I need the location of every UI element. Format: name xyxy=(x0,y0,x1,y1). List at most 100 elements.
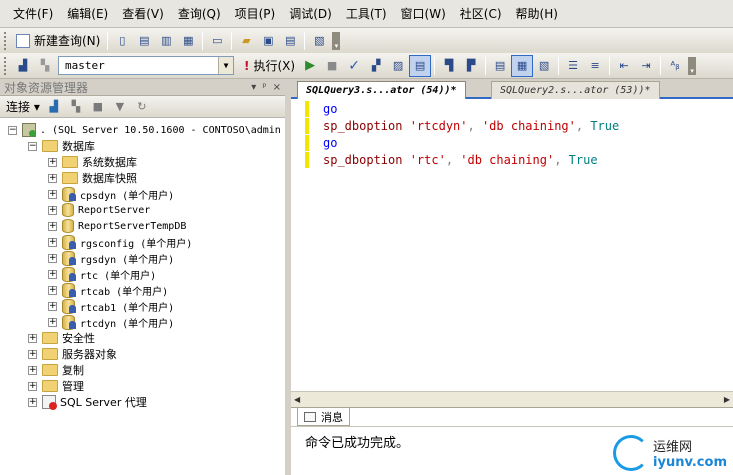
activity-monitor-icon[interactable]: ▧ xyxy=(308,30,330,52)
disconnect-server-icon[interactable]: ▚ xyxy=(68,100,84,114)
tree-node[interactable]: + 数据库快照 xyxy=(0,170,285,186)
menu-item[interactable]: 窗口(W) xyxy=(394,0,453,28)
tab-messages[interactable]: 消息 xyxy=(297,408,350,426)
chevron-down-icon[interactable]: ▼ xyxy=(218,57,233,74)
expand-icon[interactable]: + xyxy=(48,269,57,279)
connect-server-icon[interactable]: ▟ xyxy=(46,100,62,114)
comment-icon[interactable]: ☰ xyxy=(562,55,584,77)
expand-icon[interactable]: + xyxy=(48,301,57,311)
debug-icon[interactable]: ▶ xyxy=(299,55,321,77)
database-select[interactable]: master ▼ xyxy=(58,56,234,75)
expand-icon[interactable]: + xyxy=(28,397,37,407)
toolbar-grip[interactable] xyxy=(4,56,8,75)
tree-node[interactable]: − 数据库 xyxy=(0,138,285,154)
tree-node[interactable]: + rtc (单个用户) xyxy=(0,266,285,282)
connect-icon[interactable]: ▟ xyxy=(12,55,34,77)
intellisense-icon[interactable]: ▤ xyxy=(409,54,432,77)
pin-icon[interactable]: ᵖ xyxy=(262,82,266,93)
save-icon[interactable]: ▣ xyxy=(257,30,279,52)
stop-icon[interactable]: ■ xyxy=(90,100,106,114)
expand-icon[interactable]: + xyxy=(48,205,57,215)
execute-button[interactable]: ! 执行(X) xyxy=(240,57,299,74)
new-query-button[interactable]: 新建查询(N) xyxy=(12,32,104,49)
dmx-query-icon[interactable]: ▥ xyxy=(155,30,177,52)
tree-node[interactable]: + rgsconfig (单个用户) xyxy=(0,234,285,250)
include-plan-icon[interactable]: ▜ xyxy=(438,55,460,77)
close-icon[interactable]: × xyxy=(273,82,281,93)
tree-node[interactable]: + SQL Server 代理 xyxy=(0,394,285,410)
connect-dropdown[interactable]: 连接 ▾ xyxy=(6,98,40,115)
cancel-query-icon[interactable]: ■ xyxy=(321,55,343,77)
results-to-grid-icon[interactable]: ▦ xyxy=(511,54,534,77)
tree-node[interactable]: + rtcdyn (单个用户) xyxy=(0,314,285,330)
menu-item[interactable]: 工具(T) xyxy=(339,0,394,28)
scroll-left-icon[interactable]: ◀ xyxy=(294,395,300,404)
horizontal-scrollbar[interactable]: ◀ ▶ xyxy=(291,391,733,407)
expand-icon[interactable]: + xyxy=(48,253,57,263)
menu-item[interactable]: 帮助(H) xyxy=(509,0,565,28)
query-designer-icon[interactable]: ▨ xyxy=(387,55,409,77)
expand-icon[interactable]: + xyxy=(28,381,37,391)
expand-icon[interactable]: + xyxy=(48,285,57,295)
tree-node[interactable]: + cpsdyn (单个用户) xyxy=(0,186,285,202)
collapse-icon[interactable]: − xyxy=(28,141,37,151)
tree-node[interactable]: + rtcab1 (单个用户) xyxy=(0,298,285,314)
decrease-indent-icon[interactable]: ⇤ xyxy=(613,55,635,77)
results-to-text-icon[interactable]: ▤ xyxy=(489,55,511,77)
estimated-plan-icon[interactable]: ▞ xyxy=(365,55,387,77)
mdx-query-icon[interactable]: ▤ xyxy=(133,30,155,52)
xmla-query-icon[interactable]: ▦ xyxy=(177,30,199,52)
tree-node[interactable]: − . (SQL Server 10.50.1600 - CONTOSO\admi… xyxy=(0,122,285,138)
new-item-icon[interactable]: ▭ xyxy=(206,30,228,52)
tree-node[interactable]: + 服务器对象 xyxy=(0,346,285,362)
sql-code[interactable]: go sp_dboption 'rtcdyn', 'db chaining', T… xyxy=(323,101,619,169)
expand-icon[interactable]: + xyxy=(28,365,37,375)
menu-item[interactable]: 文件(F) xyxy=(6,0,60,28)
expand-icon[interactable]: + xyxy=(48,317,57,327)
disconnect-icon[interactable]: ▚ xyxy=(34,55,56,77)
tree-node[interactable]: + ReportServer xyxy=(0,202,285,218)
execute-icon: ! xyxy=(244,58,250,73)
menu-item[interactable]: 查看(V) xyxy=(115,0,171,28)
collapse-icon[interactable]: − xyxy=(8,125,17,135)
tab-sqlquery2[interactable]: SQLQuery2.s...ator (53))* xyxy=(491,81,660,99)
expand-icon[interactable]: + xyxy=(48,189,57,199)
tree-node[interactable]: + 管理 xyxy=(0,378,285,394)
tree-node[interactable]: + 安全性 xyxy=(0,330,285,346)
expand-icon[interactable]: + xyxy=(48,173,57,183)
expand-icon[interactable]: + xyxy=(28,333,37,343)
menu-item[interactable]: 项目(P) xyxy=(228,0,283,28)
refresh-icon[interactable]: ↻ xyxy=(134,100,150,114)
expand-icon[interactable]: + xyxy=(48,237,57,247)
uncomment-icon[interactable]: ≡ xyxy=(584,55,606,77)
tree-node[interactable]: + 系统数据库 xyxy=(0,154,285,170)
toolbar-overflow-icon[interactable]: ▾ xyxy=(332,31,341,50)
expand-icon[interactable]: + xyxy=(28,349,37,359)
menu-item[interactable]: 查询(Q) xyxy=(171,0,228,28)
expand-icon[interactable]: + xyxy=(48,157,57,167)
panel-menu-icon[interactable]: ▾ xyxy=(251,82,256,93)
toolbar-grip[interactable] xyxy=(4,31,8,50)
results-to-file-icon[interactable]: ▧ xyxy=(533,55,555,77)
tree-node[interactable]: + rgsdyn (单个用户) xyxy=(0,250,285,266)
tree-node[interactable]: + rtcab (单个用户) xyxy=(0,282,285,298)
menu-item[interactable]: 编辑(E) xyxy=(60,0,115,28)
filter-icon[interactable]: ▼ xyxy=(112,100,128,114)
query-editor[interactable]: go sp_dboption 'rtcdyn', 'db chaining', T… xyxy=(291,99,733,391)
tab-sqlquery3[interactable]: SQLQuery3.s...ator (54))* xyxy=(297,81,466,99)
expand-icon[interactable]: + xyxy=(48,221,57,231)
print-icon[interactable]: ▤ xyxy=(279,30,301,52)
open-folder-icon[interactable]: ▰ xyxy=(235,30,257,52)
menu-item[interactable]: 调试(D) xyxy=(282,0,339,28)
parse-icon[interactable]: ✓ xyxy=(343,55,365,77)
toolbar-overflow-icon[interactable]: ▾ xyxy=(688,56,697,75)
client-statistics-icon[interactable]: ▛ xyxy=(460,55,482,77)
tree-node[interactable]: + ReportServerTempDB xyxy=(0,218,285,234)
specify-values-icon[interactable]: ᴬᵦ xyxy=(664,55,686,77)
scroll-right-icon[interactable]: ▶ xyxy=(724,395,730,404)
increase-indent-icon[interactable]: ⇥ xyxy=(635,55,657,77)
message-text: 命令已成功完成。 xyxy=(305,436,410,451)
menu-item[interactable]: 社区(C) xyxy=(453,0,509,28)
new-file-icon[interactable]: ▯ xyxy=(111,30,133,52)
tree-node[interactable]: + 复制 xyxy=(0,362,285,378)
